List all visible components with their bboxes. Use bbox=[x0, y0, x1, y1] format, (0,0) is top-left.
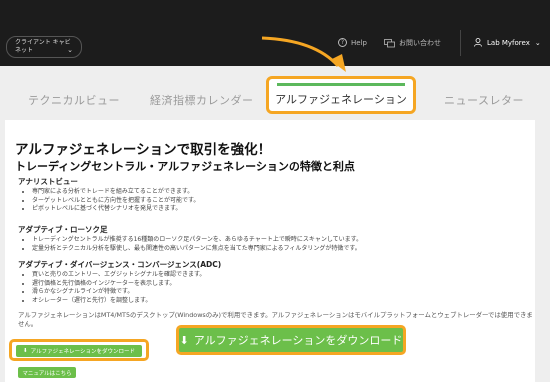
list-item: トレーディングセントラルが推奨する16種類のローソク足パターンを、あらゆるチャー… bbox=[32, 236, 362, 245]
divider bbox=[460, 30, 461, 56]
adc-list: 買いと売りのエントリー、エグジットシグナルを確認できます。 遅行価格と先行価格の… bbox=[22, 271, 205, 305]
list-item: ターゲットレベルとともに方向性を把握することが可能です。 bbox=[32, 197, 199, 206]
active-tab-indicator bbox=[277, 83, 405, 86]
download-button-label-small: アルファジェネレーションをダウンロード bbox=[30, 349, 135, 355]
list-item: オシレーター（遅行と先行）を調整します。 bbox=[32, 297, 205, 306]
help-icon: ? bbox=[338, 38, 347, 47]
client-cabinet-dropdown[interactable]: クライアント キャビネット ⌄ bbox=[6, 36, 82, 58]
list-item: 定量分析とテクニカル分析を駆使し、最も関連性の高いパターンに焦点を当てた専門家に… bbox=[32, 245, 362, 254]
user-menu[interactable]: Lab Myforex ⌄ bbox=[474, 38, 541, 47]
chevron-down-icon: ⌄ bbox=[534, 38, 541, 47]
tab-alpha-generation-label: アルファジェネレーション bbox=[275, 93, 407, 106]
adaptive-candlestick-list: トレーディングセントラルが推奨する16種類のローソク足パターンを、あらゆるチャー… bbox=[22, 236, 362, 253]
client-cabinet-label: クライアント キャビネット bbox=[15, 39, 71, 54]
list-item: 遅行価格と先行価格のインジケーターを表示します。 bbox=[32, 280, 205, 289]
contact-label: お問い合わせ bbox=[399, 39, 441, 47]
chat-icon bbox=[384, 38, 395, 47]
list-item: 滑らかなシグナルラインが特徴です。 bbox=[32, 288, 205, 297]
download-icon: ⬇ bbox=[23, 348, 28, 354]
manual-button[interactable]: マニュアルはこちら bbox=[18, 367, 76, 378]
list-item: 専門家による分析でトレードを組み立てることができます。 bbox=[32, 188, 199, 197]
download-button-large[interactable]: ⬇ アルファジェネレーションをダウンロード bbox=[176, 325, 406, 355]
page-title: アルファジェネレーションで取引を強化！ bbox=[15, 142, 272, 158]
section-heading-analyst-view: アナリストビュー bbox=[18, 177, 78, 186]
tab-technical-view[interactable]: テクニカルビュー bbox=[28, 92, 120, 108]
contact-link[interactable]: お問い合わせ bbox=[384, 38, 441, 48]
help-link[interactable]: ? Help bbox=[338, 38, 367, 47]
analyst-view-list: 専門家による分析でトレードを組み立てることができます。 ターゲットレベルとともに… bbox=[22, 188, 199, 214]
list-item: 買いと売りのエントリー、エグジットシグナルを確認できます。 bbox=[32, 271, 205, 280]
user-name: Lab Myforex bbox=[487, 38, 530, 47]
tab-newsletter[interactable]: ニュースレター bbox=[444, 92, 524, 108]
tab-alpha-generation[interactable]: アルファジェネレーション bbox=[266, 76, 416, 114]
download-button[interactable]: ⬇ アルファジェネレーションをダウンロード bbox=[16, 345, 142, 357]
top-navigation-bar: クライアント キャビネット ⌄ ? Help お問い合わせ Lab Myfore… bbox=[0, 0, 550, 66]
section-heading-adaptive-candlestick: アダプティブ・ローソク足 bbox=[18, 225, 108, 234]
download-button-highlight: ⬇ アルファジェネレーションをダウンロード bbox=[9, 339, 149, 361]
section-heading-adc: アダプティブ・ダイバージェンス・コンバージェンス(ADC) bbox=[18, 260, 222, 269]
user-icon bbox=[474, 38, 482, 47]
download-icon: ⬇ bbox=[179, 333, 189, 347]
list-item: ピボットレベルに基づく代替シナリオを発見できます。 bbox=[32, 205, 199, 214]
help-label: Help bbox=[351, 38, 367, 47]
page-subtitle: トレーディングセントラル・アルファジェネレーションの特徴と利点 bbox=[15, 160, 355, 173]
chevron-down-icon: ⌄ bbox=[67, 46, 73, 54]
tab-economic-calendar[interactable]: 経済指標カレンダー bbox=[150, 92, 254, 108]
manual-button-label: マニュアルはこちら bbox=[22, 370, 72, 377]
download-button-label: アルファジェネレーションをダウンロード bbox=[193, 334, 403, 347]
